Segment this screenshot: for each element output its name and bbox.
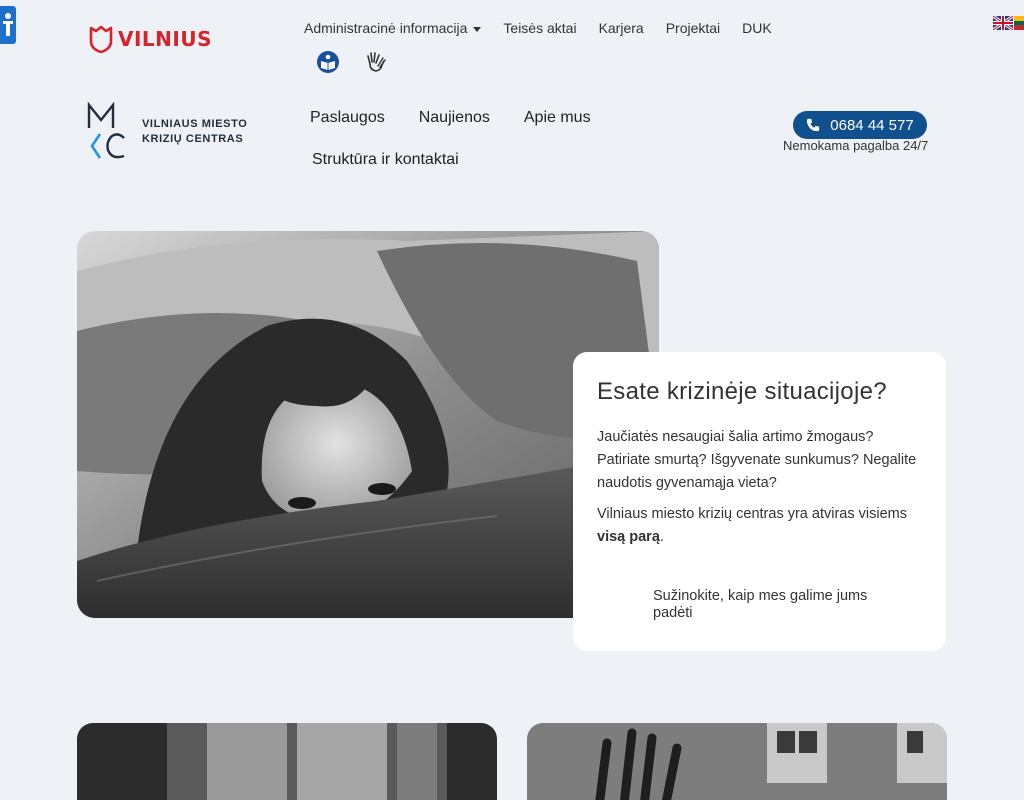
main-navigation: Paslaugos Naujienos Apie mus Struktūra i… [310,108,640,170]
nav-label: DUK [742,20,772,36]
phone-number: 0684 44 577 [830,116,914,134]
nav-karjera[interactable]: Karjera [599,20,644,36]
vilnius-crest-icon [89,25,113,53]
accessibility-icon [3,13,13,36]
paragraph-bold-text: visą parą [597,529,660,545]
hero-image [77,231,659,618]
brand-name-line1: VILNIAUS MIESTO [142,118,248,130]
nav-naujienos[interactable]: Naujienos [419,108,490,128]
nav-duk[interactable]: DUK [742,20,772,36]
nav-paslaugos[interactable]: Paslaugos [310,108,385,128]
window-photo [77,723,497,800]
sign-language-icon[interactable] [364,50,388,74]
phone-button[interactable]: 0684 44 577 [793,111,927,139]
nav-label: Teisės aktai [503,20,577,36]
nav-label: Projektai [665,20,721,36]
nav-administracine-informacija[interactable]: Administracinė informacija [304,20,482,36]
easy-read-icon[interactable] [316,50,340,74]
en-flag-icon[interactable] [993,16,1013,30]
mc-monogram-icon [87,102,125,159]
caret-down-icon [473,26,482,32]
hero-title: Esate krizinėje situacijoje? [597,378,887,405]
accessibility-links [316,50,388,74]
paragraph-suffix: . [659,529,664,545]
nav-struktura-ir-kontaktai[interactable]: Struktūra ir kontaktai [312,150,459,170]
nav-projektai[interactable]: Projektai [666,20,720,36]
language-switcher [993,16,1024,30]
brand-name: VILNIAUS MIESTO KRIZIŲ CENTRAS [142,117,247,147]
hero-paragraph-2: Vilniaus miesto krizių centras yra atvir… [597,503,922,549]
crisis-info-card: Esate krizinėje situacijoje? Jaučiatės n… [573,352,946,651]
rainy-window-photo [527,723,947,800]
vilnius-city-logo[interactable]: VILNIUS [88,25,212,53]
krizių-centras-logo[interactable]: VILNIAUS MIESTO KRIZIŲ CENTRAS [86,102,247,162]
nav-label: Administracinė informacija [304,20,468,36]
phone-subtitle: Nemokama pagalba 24/7 [783,138,929,153]
service-card-image-left[interactable] [77,723,497,800]
paragraph-text: Vilniaus miesto krizių centras yra atvir… [597,506,907,522]
hero-photo [77,231,659,618]
nav-teises-aktai[interactable]: Teisės aktai [503,20,576,36]
brand-name-line2: KRIZIŲ CENTRAS [142,133,244,145]
phone-icon [807,118,820,132]
learn-more-link[interactable]: Sužinokite, kaip mes galime jums padėti [653,588,903,622]
hero-paragraph-1: Jaučiatės nesaugiai šalia artimo žmogaus… [597,429,917,491]
nav-label: Karjera [598,20,644,36]
city-logo-text: VILNIUS [118,27,212,51]
top-navigation: Administracinė informacija Teisės aktai … [304,20,772,36]
nav-apie-mus[interactable]: Apie mus [524,108,591,128]
lt-flag-icon[interactable] [1014,16,1024,30]
service-card-image-right[interactable] [527,723,947,800]
accessibility-toggle[interactable] [0,6,16,44]
